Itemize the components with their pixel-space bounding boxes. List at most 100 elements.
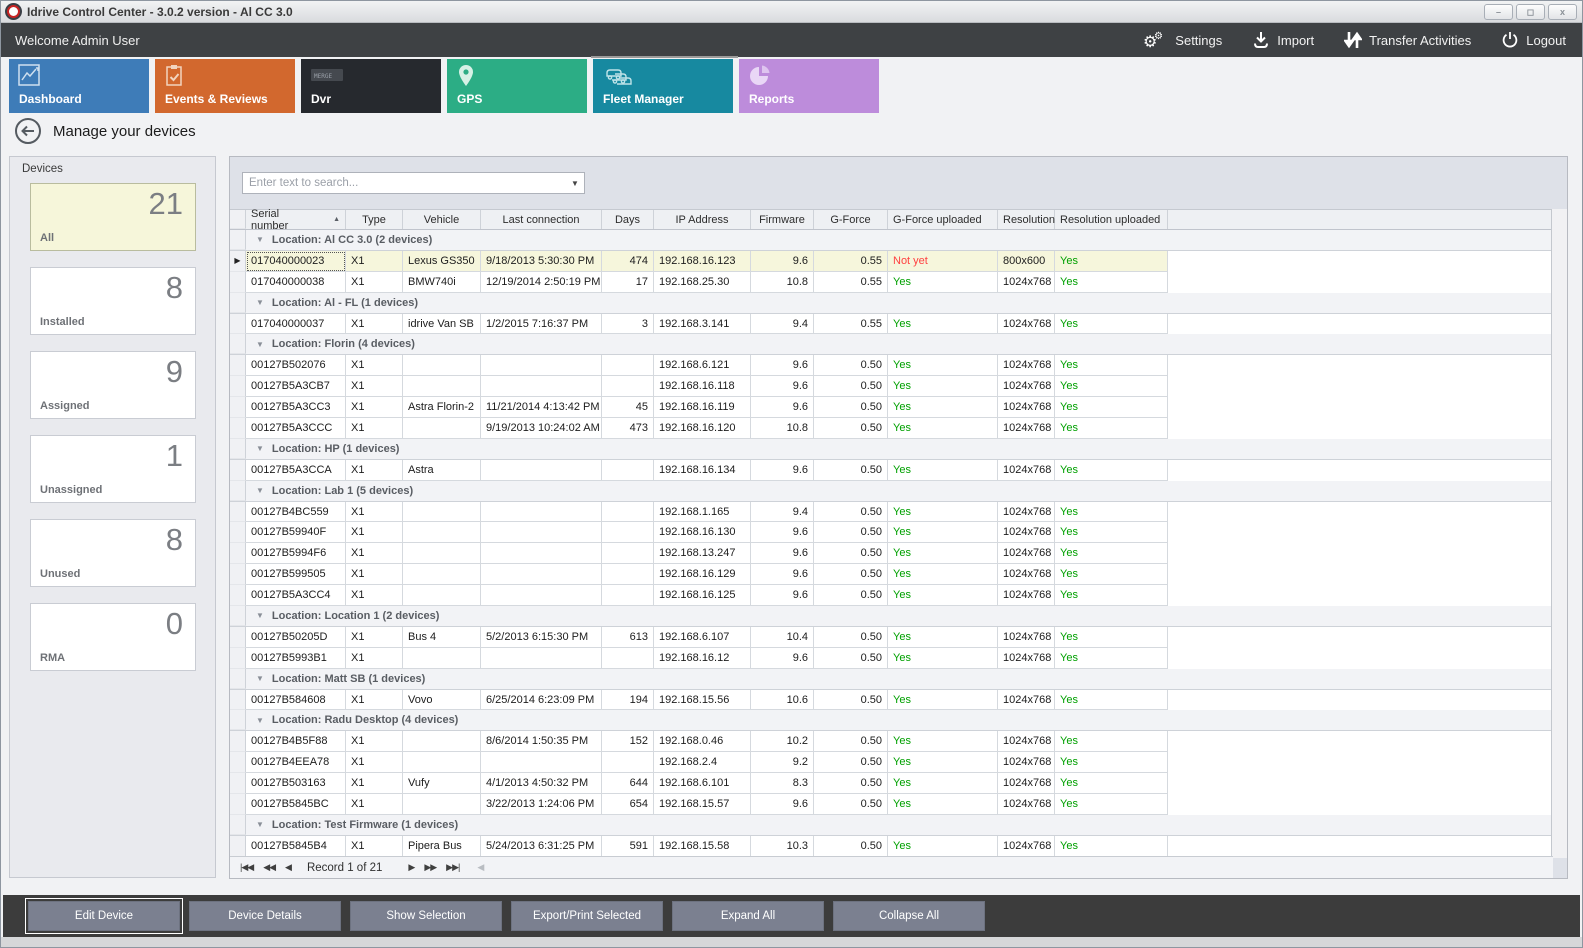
collapse-group-icon[interactable]: ▼ <box>256 611 264 620</box>
cell-serial: 00127B5A3CC4 <box>246 585 346 606</box>
device-row[interactable]: 00127B4BC559X1192.168.1.1659.40.50Yes102… <box>230 502 1553 523</box>
column-header-serial-number[interactable]: Serial number▲ <box>246 210 346 229</box>
minimize-button[interactable]: – <box>1484 4 1513 20</box>
collapse-group-icon[interactable]: ▼ <box>256 298 264 307</box>
column-header-firmware[interactable]: Firmware <box>751 210 814 229</box>
device-row[interactable]: 00127B502076X1192.168.6.1219.60.50Yes102… <box>230 355 1553 376</box>
column-header-last-connection[interactable]: Last connection <box>481 210 602 229</box>
collapse-group-icon[interactable]: ▼ <box>256 486 264 495</box>
edit-device-button[interactable]: Edit Device <box>28 901 180 931</box>
group-row-location-radu-desktop-4-devices[interactable]: ▼Location: Radu Desktop (4 devices) <box>230 710 1553 731</box>
cell-resolution_uploaded: Yes <box>1055 272 1168 293</box>
collapse-group-icon[interactable]: ▼ <box>256 716 264 725</box>
next-record-button[interactable]: ▶ <box>408 862 414 873</box>
tab-gps[interactable]: GPS <box>447 59 587 113</box>
cell-type: X1 <box>346 314 403 335</box>
device-details-button[interactable]: Device Details <box>189 901 341 931</box>
row-gutter <box>230 606 246 626</box>
device-row[interactable]: 017040000037X1idrive Van SB1/2/2015 7:16… <box>230 314 1553 335</box>
show-selection-button[interactable]: Show Selection <box>350 901 502 931</box>
device-filter-card-rma[interactable]: 0RMA <box>30 603 196 671</box>
collapse-group-icon[interactable]: ▼ <box>256 235 264 244</box>
close-button[interactable]: x <box>1548 4 1577 20</box>
cell-gforce: 0.55 <box>814 251 888 272</box>
svg-text:⚙: ⚙ <box>1154 31 1163 42</box>
collapse-all-button[interactable]: Collapse All <box>833 901 985 931</box>
group-row-location-location-1-2-devices[interactable]: ▼Location: Location 1 (2 devices) <box>230 606 1553 627</box>
cell-ip: 192.168.16.134 <box>654 460 751 481</box>
tab-reports[interactable]: Reports <box>739 59 879 113</box>
topbar-action-settings[interactable]: ⚙⚙Settings <box>1142 29 1222 51</box>
device-row[interactable]: 00127B599505X1192.168.16.1299.60.50Yes10… <box>230 564 1553 585</box>
device-filter-card-installed[interactable]: 8Installed <box>30 267 196 335</box>
first-record-button[interactable]: |◀◀ <box>240 862 253 873</box>
maximize-button[interactable]: ◻ <box>1516 4 1545 20</box>
cell-gforce_uploaded: Yes <box>888 731 998 752</box>
tab-dashboard[interactable]: Dashboard <box>9 59 149 113</box>
collapse-group-icon[interactable]: ▼ <box>256 674 264 683</box>
device-row[interactable]: 00127B5845B4X1Pipera Bus5/24/2013 6:31:2… <box>230 836 1553 857</box>
group-row-location-al-cc-3-0-2-devices[interactable]: ▼Location: Al CC 3.0 (2 devices) <box>230 230 1553 251</box>
topbar-action-import[interactable]: Import <box>1252 31 1314 49</box>
column-header-resolution-uploaded[interactable]: Resolution uploaded <box>1055 210 1168 229</box>
device-row[interactable]: 00127B5A3CC3X1Astra Florin-211/21/2014 4… <box>230 397 1553 418</box>
device-filter-card-all[interactable]: 21All <box>30 183 196 251</box>
group-row-location-al-fl-1-devices[interactable]: ▼Location: Al - FL (1 devices) <box>230 293 1553 314</box>
export-print-selected-button[interactable]: Export/Print Selected <box>511 901 663 931</box>
device-row[interactable]: 00127B5845BCX13/22/2013 1:24:06 PM654192… <box>230 794 1553 815</box>
device-filter-card-unassigned[interactable]: 1Unassigned <box>30 435 196 503</box>
device-row[interactable]: 00127B584608X1Vovo6/25/2014 6:23:09 PM19… <box>230 690 1553 711</box>
group-row-location-matt-sb-1-devices[interactable]: ▼Location: Matt SB (1 devices) <box>230 669 1553 690</box>
topbar-action-logout[interactable]: Logout <box>1501 31 1566 49</box>
tab-dvr[interactable]: MERGEDvr <box>301 59 441 113</box>
column-header-ip-address[interactable]: IP Address <box>654 210 751 229</box>
back-button[interactable] <box>15 118 41 144</box>
device-row[interactable]: 00127B5A3CCCX19/19/2013 10:24:02 AM47319… <box>230 418 1553 439</box>
device-row[interactable]: 00127B5A3CCAX1Astra192.168.16.1349.60.50… <box>230 460 1553 481</box>
column-header-type[interactable]: Type <box>346 210 403 229</box>
last-record-button[interactable]: ▶▶| <box>446 862 459 873</box>
device-row[interactable]: 00127B50205DX1Bus 45/2/2013 6:15:30 PM61… <box>230 627 1553 648</box>
device-row[interactable]: 00127B5993B1X1192.168.16.129.60.50Yes102… <box>230 648 1553 669</box>
cell-gforce_uploaded: Yes <box>888 543 998 564</box>
prev-record-button[interactable]: ◀ <box>285 862 291 873</box>
column-header-vehicle[interactable]: Vehicle <box>403 210 481 229</box>
column-header-g-force-uploaded[interactable]: G-Force uploaded <box>888 210 998 229</box>
group-row-location-florin-4-devices[interactable]: ▼Location: Florin (4 devices) <box>230 334 1553 355</box>
search-dropdown-icon[interactable]: ▼ <box>566 179 584 188</box>
group-row-location-hp-1-devices[interactable]: ▼Location: HP (1 devices) <box>230 439 1553 460</box>
collapse-group-icon[interactable]: ▼ <box>256 820 264 829</box>
next-page-button[interactable]: ▶▶ <box>424 862 436 873</box>
device-row[interactable]: 00127B5A3CB7X1192.168.16.1189.60.50Yes10… <box>230 376 1553 397</box>
device-filter-card-assigned[interactable]: 9Assigned <box>30 351 196 419</box>
device-row[interactable]: 017040000038X1BMW740i12/19/2014 2:50:19 … <box>230 272 1553 293</box>
cell-last_connection <box>481 376 602 397</box>
device-row[interactable]: ▶017040000023X1Lexus GS3509/18/2013 5:30… <box>230 251 1553 272</box>
device-row[interactable]: 00127B59940FX1192.168.16.1309.60.50Yes10… <box>230 522 1553 543</box>
search-input[interactable] <box>243 177 566 189</box>
group-row-location-test-firmware-1-devices[interactable]: ▼Location: Test Firmware (1 devices) <box>230 815 1553 836</box>
device-row[interactable]: 00127B4B5F88X18/6/2014 1:50:35 PM152192.… <box>230 731 1553 752</box>
device-row[interactable]: 00127B503163X1Vufy4/1/2013 4:50:32 PM644… <box>230 773 1553 794</box>
tab-events-reviews[interactable]: Events & Reviews <box>155 59 295 113</box>
group-row-location-lab-1-5-devices[interactable]: ▼Location: Lab 1 (5 devices) <box>230 481 1553 502</box>
device-row[interactable]: 00127B5994F6X1192.168.13.2479.60.50Yes10… <box>230 543 1553 564</box>
vertical-scrollbar[interactable] <box>1551 209 1567 858</box>
cell-gforce_uploaded: Yes <box>888 794 998 815</box>
device-filter-card-unused[interactable]: 8Unused <box>30 519 196 587</box>
expand-all-button[interactable]: Expand All <box>672 901 824 931</box>
row-filler <box>1168 502 1553 523</box>
column-header-resolution[interactable]: Resolution <box>998 210 1055 229</box>
tab-fleet-manager[interactable]: Fleet Manager <box>593 59 733 113</box>
topbar-action-transfer-activities[interactable]: Transfer Activities <box>1344 30 1471 50</box>
collapse-group-icon[interactable]: ▼ <box>256 444 264 453</box>
prev-page-button[interactable]: ◀◀ <box>263 862 275 873</box>
device-row[interactable]: 00127B4EEA78X1192.168.2.49.20.50Yes1024x… <box>230 752 1553 773</box>
cell-ip: 192.168.13.247 <box>654 543 751 564</box>
column-header-g-force[interactable]: G-Force <box>814 210 888 229</box>
device-row[interactable]: 00127B5A3CC4X1192.168.16.1259.60.50Yes10… <box>230 585 1553 606</box>
column-header-days[interactable]: Days <box>602 210 654 229</box>
cell-gforce: 0.50 <box>814 794 888 815</box>
cell-vehicle <box>403 418 481 439</box>
collapse-group-icon[interactable]: ▼ <box>256 340 264 349</box>
